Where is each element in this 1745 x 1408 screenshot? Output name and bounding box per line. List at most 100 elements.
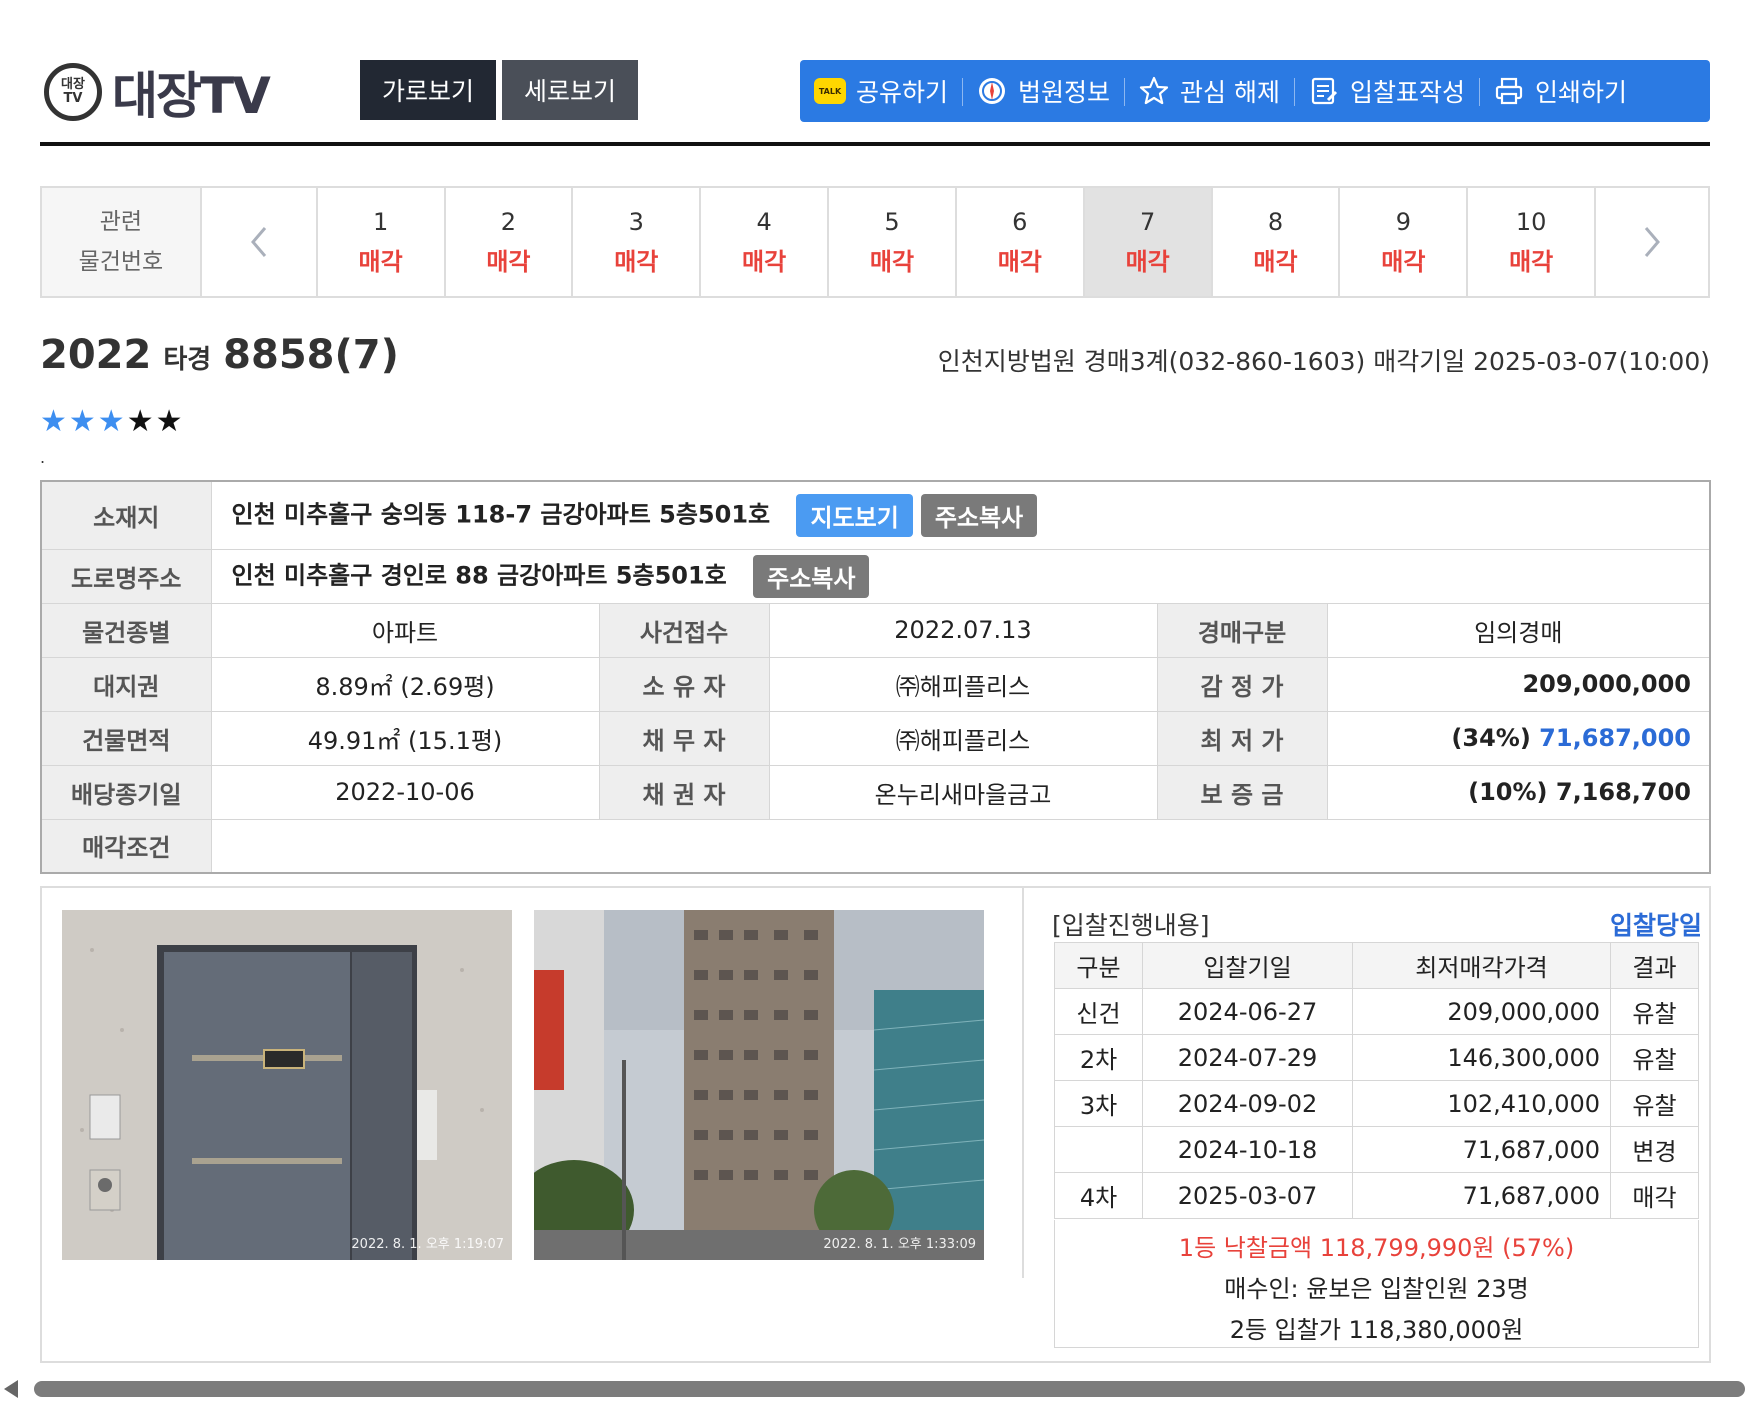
pager-item-4[interactable]: 4 매각 bbox=[701, 188, 830, 296]
pager-item-9[interactable]: 9 매각 bbox=[1340, 188, 1469, 296]
rating-stars: ★★★★★ bbox=[40, 404, 184, 439]
bid-min-price: 209,000,000 bbox=[1352, 988, 1611, 1035]
pager-item-number: 10 bbox=[1515, 208, 1547, 236]
pager-item-number: 5 bbox=[884, 208, 900, 236]
bid-min-price: 146,300,000 bbox=[1352, 1034, 1611, 1081]
dividend-deadline-label: 배당종기일 bbox=[40, 764, 212, 820]
property-type-label: 물건종별 bbox=[40, 602, 212, 658]
pager-item-7[interactable]: 7 매각 bbox=[1084, 188, 1213, 296]
road-address-label: 도로명주소 bbox=[40, 548, 212, 604]
rating-filled-stars: ★★★ bbox=[40, 404, 127, 439]
bid-round bbox=[1054, 1126, 1143, 1173]
building-area-label: 건물면적 bbox=[40, 710, 212, 766]
unfavorite-button[interactable]: 관심 해제 bbox=[1124, 60, 1294, 122]
road-address-cell: 인천 미추홀구 경인로 88 금강아파트 5층501호 주소복사 bbox=[210, 548, 1711, 604]
appraisal-label: 감 정 가 bbox=[1156, 656, 1328, 712]
pager-item-number: 2 bbox=[500, 208, 517, 236]
rating-empty-stars: ★★ bbox=[126, 404, 185, 439]
bid-form-button[interactable]: 입찰표작성 bbox=[1293, 60, 1479, 122]
bid-result: 유찰 bbox=[1610, 1080, 1699, 1127]
sale-condition-value bbox=[210, 818, 1711, 874]
property-photo-building[interactable]: 2022. 8. 1. 오후 1:33:09 bbox=[534, 910, 984, 1260]
bid-min-price: 71,687,000 bbox=[1352, 1172, 1611, 1219]
related-item-pager: 관련 물건번호 1 매각 2 매각 3 매각 4 매각 5 매각 6 매각 7 매각 8 매각 9 매각 10 매각 bbox=[40, 186, 1710, 298]
panel-divider bbox=[1022, 888, 1024, 1278]
pager-item-status: 매각 bbox=[1509, 248, 1554, 276]
bid-row: 3차 2024-09-02 102,410,000 유찰 bbox=[1054, 1080, 1699, 1127]
deposit-value: (10%) 7,168,700 bbox=[1326, 764, 1711, 820]
copy-road-address-button[interactable]: 주소복사 bbox=[753, 554, 870, 598]
pager-item-number: 4 bbox=[756, 208, 772, 236]
scrollbar-thumb[interactable] bbox=[34, 1381, 1745, 1397]
location-label: 소재지 bbox=[40, 480, 212, 550]
pager-label: 관련 물건번호 bbox=[42, 188, 202, 296]
scroll-left-icon[interactable] bbox=[4, 1380, 18, 1398]
bid-round: 4차 bbox=[1054, 1172, 1143, 1219]
pager-next-button[interactable] bbox=[1596, 188, 1708, 296]
pager-item-2[interactable]: 2 매각 bbox=[446, 188, 574, 296]
bid-date: 2024-06-27 bbox=[1142, 988, 1353, 1035]
bid-result: 변경 bbox=[1610, 1126, 1699, 1173]
share-button[interactable]: TALK 공유하기 bbox=[800, 60, 962, 122]
road-address: 인천 미추홀구 경인로 88 금강아파트 5층501호 bbox=[231, 561, 727, 589]
court-info-button[interactable]: 법원정보 bbox=[962, 60, 1124, 122]
pager-item-number: 9 bbox=[1395, 208, 1411, 236]
creditor-label: 채 권 자 bbox=[598, 764, 770, 820]
pager-item-status: 매각 bbox=[1381, 248, 1426, 276]
bid-row: 2차 2024-07-29 146,300,000 유찰 bbox=[1054, 1034, 1699, 1081]
bid-row: 신건 2024-06-27 209,000,000 유찰 bbox=[1054, 988, 1699, 1035]
bid-result: 매각 bbox=[1610, 1172, 1699, 1219]
pager-item-number: 6 bbox=[1012, 208, 1028, 236]
horizontal-view-button[interactable]: 가로보기 bbox=[360, 60, 496, 120]
owner-label: 소 유 자 bbox=[598, 656, 770, 712]
dividend-deadline-value: 2022-10-06 bbox=[210, 764, 600, 820]
bid-min-price: 71,687,000 bbox=[1352, 1126, 1611, 1173]
winning-bid-summary: 1등 낙찰금액 118,799,990원 (57%) 매수인: 윤보은 입찰인원… bbox=[1054, 1220, 1699, 1348]
pager-item-status: 매각 bbox=[869, 248, 915, 276]
pager-item-number: 3 bbox=[628, 208, 644, 236]
bid-row: 4차 2025-03-07 71,687,000 매각 bbox=[1054, 1172, 1699, 1219]
pager-item-status: 매각 bbox=[358, 248, 403, 276]
page-header: 대장 TV 대장TV 가로보기 세로보기 TALK 공유하기 법원정보 관심 해… bbox=[40, 40, 1710, 146]
pager-item-8[interactable]: 8 매각 bbox=[1213, 188, 1341, 296]
logo-text: 대장TV bbox=[112, 67, 271, 125]
bid-form-icon bbox=[1308, 75, 1340, 107]
auction-type-value: 임의경매 bbox=[1326, 602, 1711, 658]
court-schedule-info: 인천지방법원 경매3계(032-860-1603) 매각기일 2025-03-0… bbox=[937, 347, 1710, 376]
pager-item-status: 매각 bbox=[1253, 248, 1298, 276]
pager-item-number: 1 bbox=[372, 208, 389, 236]
bid-day-link[interactable]: 입찰당일 bbox=[1610, 906, 1702, 942]
winning-bid-amount: 1등 낙찰금액 118,799,990원 (57%) bbox=[1178, 1234, 1575, 1262]
pager-item-6[interactable]: 6 매각 bbox=[957, 188, 1085, 296]
map-view-button[interactable]: 지도보기 bbox=[796, 493, 913, 537]
pager-item-status: 매각 bbox=[997, 248, 1042, 276]
col-round: 구분 bbox=[1054, 942, 1143, 989]
pager-item-status: 매각 bbox=[486, 248, 531, 276]
property-photo-door[interactable]: 2022. 8. 1. 오후 1:19:07 bbox=[62, 910, 512, 1260]
bid-date: 2024-09-02 bbox=[1142, 1080, 1353, 1127]
pager-item-3[interactable]: 3 매각 bbox=[573, 188, 702, 296]
pager-item-status: 매각 bbox=[614, 248, 659, 276]
star-outline-icon bbox=[1138, 75, 1170, 107]
minimum-price-value: (34%) 71,687,000 bbox=[1326, 710, 1711, 766]
location-address: 인천 미추홀구 숭의동 118-7 금강아파트 5층501호 bbox=[231, 500, 771, 529]
bid-result: 유찰 bbox=[1610, 1034, 1699, 1081]
creditor-value: 온누리새마을금고 bbox=[768, 764, 1158, 820]
case-received-value: 2022.07.13 bbox=[768, 602, 1158, 658]
vertical-view-button[interactable]: 세로보기 bbox=[502, 60, 638, 120]
bid-row: 2024-10-18 71,687,000 변경 bbox=[1054, 1126, 1699, 1173]
pager-item-5[interactable]: 5 매각 bbox=[829, 188, 957, 296]
col-bid-date: 입찰기일 bbox=[1142, 942, 1353, 989]
photo-timestamp: 2022. 8. 1. 오후 1:19:07 bbox=[351, 1237, 504, 1252]
pager-prev-button[interactable] bbox=[202, 188, 318, 296]
pager-item-10[interactable]: 10 매각 bbox=[1468, 188, 1597, 296]
deposit-label: 보 증 금 bbox=[1156, 764, 1328, 820]
col-result: 결과 bbox=[1610, 942, 1699, 989]
daejang-tv-logo[interactable]: 대장 TV 대장TV bbox=[44, 60, 271, 125]
debtor-value: ㈜해피플리스 bbox=[768, 710, 1158, 766]
kakao-talk-icon: TALK bbox=[814, 75, 846, 107]
copy-address-button[interactable]: 주소복사 bbox=[920, 493, 1038, 537]
horizontal-scrollbar[interactable] bbox=[0, 1378, 1745, 1400]
pager-item-1[interactable]: 1 매각 bbox=[318, 188, 446, 296]
print-button[interactable]: 인쇄하기 bbox=[1479, 60, 1641, 122]
